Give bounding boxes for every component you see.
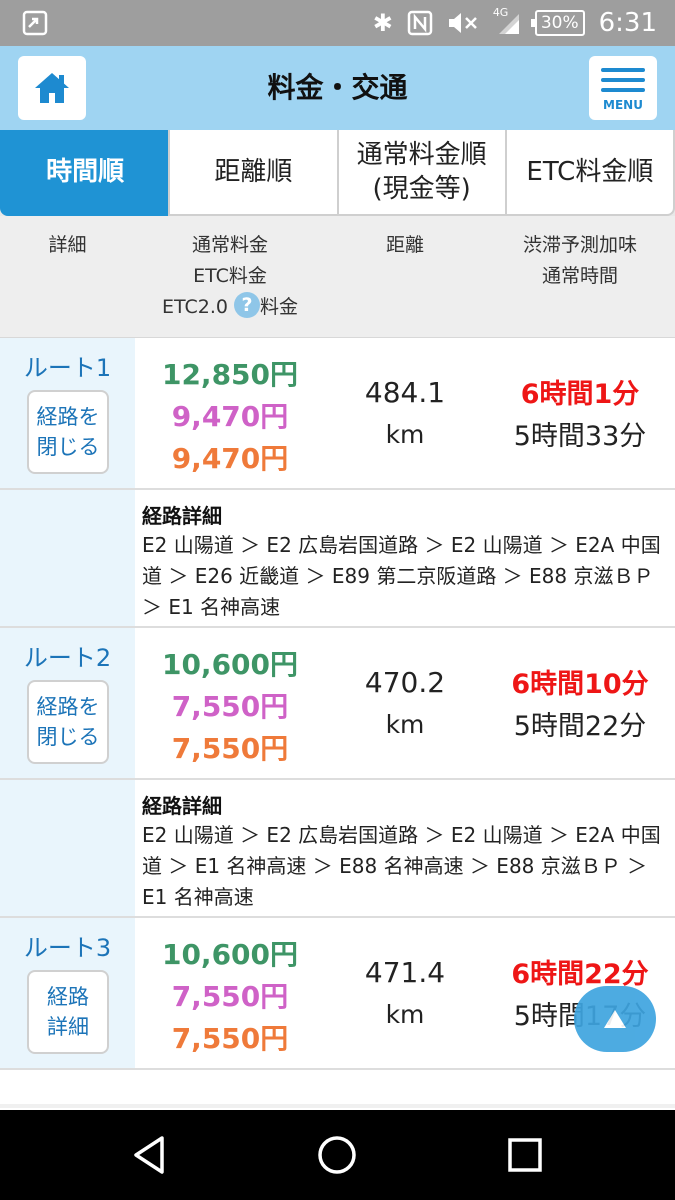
- route-toggle-button[interactable]: 経路を 閉じる: [27, 680, 109, 764]
- col-time: 渋滞予測加味 通常時間: [490, 230, 670, 292]
- normal-time: 5時間33分: [513, 421, 647, 452]
- battery-icon: 30%: [530, 10, 585, 36]
- normal-time: 5時間22分: [513, 711, 647, 742]
- bluetooth-icon: ✱: [372, 9, 393, 37]
- predicted-time: 6時間1分: [520, 379, 640, 410]
- route-detail-text: E2 山陽道 ＞ E2 広島岩国道路 ＞ E2 山陽道 ＞ E2A 中国道 ＞ …: [142, 533, 661, 619]
- predicted-time: 6時間22分: [511, 959, 649, 990]
- screen-share-icon: [22, 10, 48, 36]
- etc2-fare: 7,550円: [171, 732, 289, 765]
- home-icon: [35, 73, 69, 103]
- signal-icon: 4G: [493, 6, 521, 36]
- recent-apps-icon[interactable]: [502, 1132, 548, 1178]
- network-type: 4G: [492, 6, 509, 19]
- route-name: ルート2: [23, 644, 112, 672]
- menu-icon-bar: [601, 78, 645, 82]
- menu-icon-bar: [601, 88, 645, 92]
- menu-label: MENU: [603, 98, 643, 112]
- route-side: [0, 780, 135, 916]
- col-distance: 距離: [385, 234, 424, 256]
- col-etc2-fare: ETC2.0 ? 料金: [135, 292, 325, 323]
- col-detail: 詳細: [48, 234, 87, 256]
- route-row: ルート1 経路を 閉じる 12,850円 9,470円 9,470円 484.1…: [0, 338, 675, 490]
- home-button[interactable]: [18, 56, 86, 120]
- triangle-up-icon: [604, 1010, 626, 1028]
- etc-fare: 7,550円: [171, 980, 289, 1013]
- app-header: 料金・交通 MENU: [0, 46, 675, 130]
- col-fares: 通常料金 ETC料金 ETC2.0 ? 料金: [135, 230, 325, 323]
- etc2-fare: 9,470円: [171, 442, 289, 475]
- scroll-top-button[interactable]: [574, 986, 656, 1052]
- route-name: ルート3: [23, 934, 112, 962]
- column-header: 詳細 通常料金 ETC料金 ETC2.0 ? 料金 距離 渋滞予測加味 通常時間: [0, 216, 675, 338]
- col-etc2-prefix: ETC2.0: [161, 296, 228, 318]
- nfc-icon: [407, 10, 433, 36]
- navigation-bar: [0, 1110, 675, 1200]
- predicted-time: 6時間10分: [511, 669, 649, 700]
- mute-icon: [448, 13, 477, 33]
- etc-fare: 9,470円: [171, 400, 289, 433]
- distance-unit: km: [385, 710, 425, 739]
- distance: 484.1: [364, 376, 446, 409]
- sort-tabs: 時間順 距離順 通常料金順 (現金等) ETC料金順: [0, 130, 675, 216]
- back-icon[interactable]: [128, 1132, 174, 1178]
- page-title: 料金・交通: [267, 71, 408, 104]
- route-detail: 経路詳細 E2 山陽道 ＞ E2 広島岩国道路 ＞ E2 山陽道 ＞ E2A 中…: [0, 490, 675, 628]
- col-normal-fare: 通常料金: [191, 234, 268, 256]
- distance: 470.2: [364, 666, 446, 699]
- tab-distance[interactable]: 距離順: [168, 130, 339, 216]
- menu-button[interactable]: MENU: [589, 56, 657, 120]
- home-nav-icon[interactable]: [314, 1132, 360, 1178]
- distance: 471.4: [364, 956, 446, 989]
- col-etc-fare: ETC料金: [193, 265, 267, 287]
- normal-fare: 10,600円: [161, 648, 299, 681]
- divider: [0, 1104, 675, 1108]
- route-detail-title: 経路詳細: [142, 794, 222, 818]
- normal-fare: 12,850円: [161, 358, 299, 391]
- menu-icon: [601, 68, 645, 72]
- etc-fare: 7,550円: [171, 690, 289, 723]
- list-footer: [0, 1072, 675, 1110]
- normal-fare: 10,600円: [161, 938, 299, 971]
- distance-unit: km: [385, 1000, 425, 1029]
- route-detail: 経路詳細 E2 山陽道 ＞ E2 広島岩国道路 ＞ E2 山陽道 ＞ E2A 中…: [0, 780, 675, 918]
- distance-unit: km: [385, 420, 425, 449]
- col-predicted: 渋滞予測加味: [522, 234, 637, 256]
- col-normal-time: 通常時間: [541, 265, 618, 287]
- tab-normal-fare[interactable]: 通常料金順 (現金等): [336, 130, 507, 216]
- route-row: ルート2 経路を 閉じる 10,600円 7,550円 7,550円 470.2…: [0, 628, 675, 780]
- status-bar: ✱ 4G 30% 6:31: [0, 0, 675, 46]
- tab-time[interactable]: 時間順: [0, 130, 171, 216]
- route-detail-button[interactable]: 経路 詳細: [27, 970, 109, 1054]
- route-name: ルート1: [23, 354, 112, 382]
- route-detail-text: E2 山陽道 ＞ E2 広島岩国道路 ＞ E2 山陽道 ＞ E2A 中国道 ＞ …: [142, 823, 661, 909]
- route-row: ルート3 経路 詳細 10,600円 7,550円 7,550円 471.4 k…: [0, 918, 675, 1070]
- route-toggle-button[interactable]: 経路を 閉じる: [27, 390, 109, 474]
- help-icon[interactable]: ?: [234, 292, 260, 318]
- tab-etc-fare[interactable]: ETC料金順: [504, 130, 675, 216]
- clock: 6:31: [598, 8, 657, 38]
- route-side: [0, 490, 135, 626]
- etc2-fare: 7,550円: [171, 1022, 289, 1055]
- col-etc2-suffix: 料金: [260, 296, 299, 318]
- route-detail-title: 経路詳細: [142, 504, 222, 528]
